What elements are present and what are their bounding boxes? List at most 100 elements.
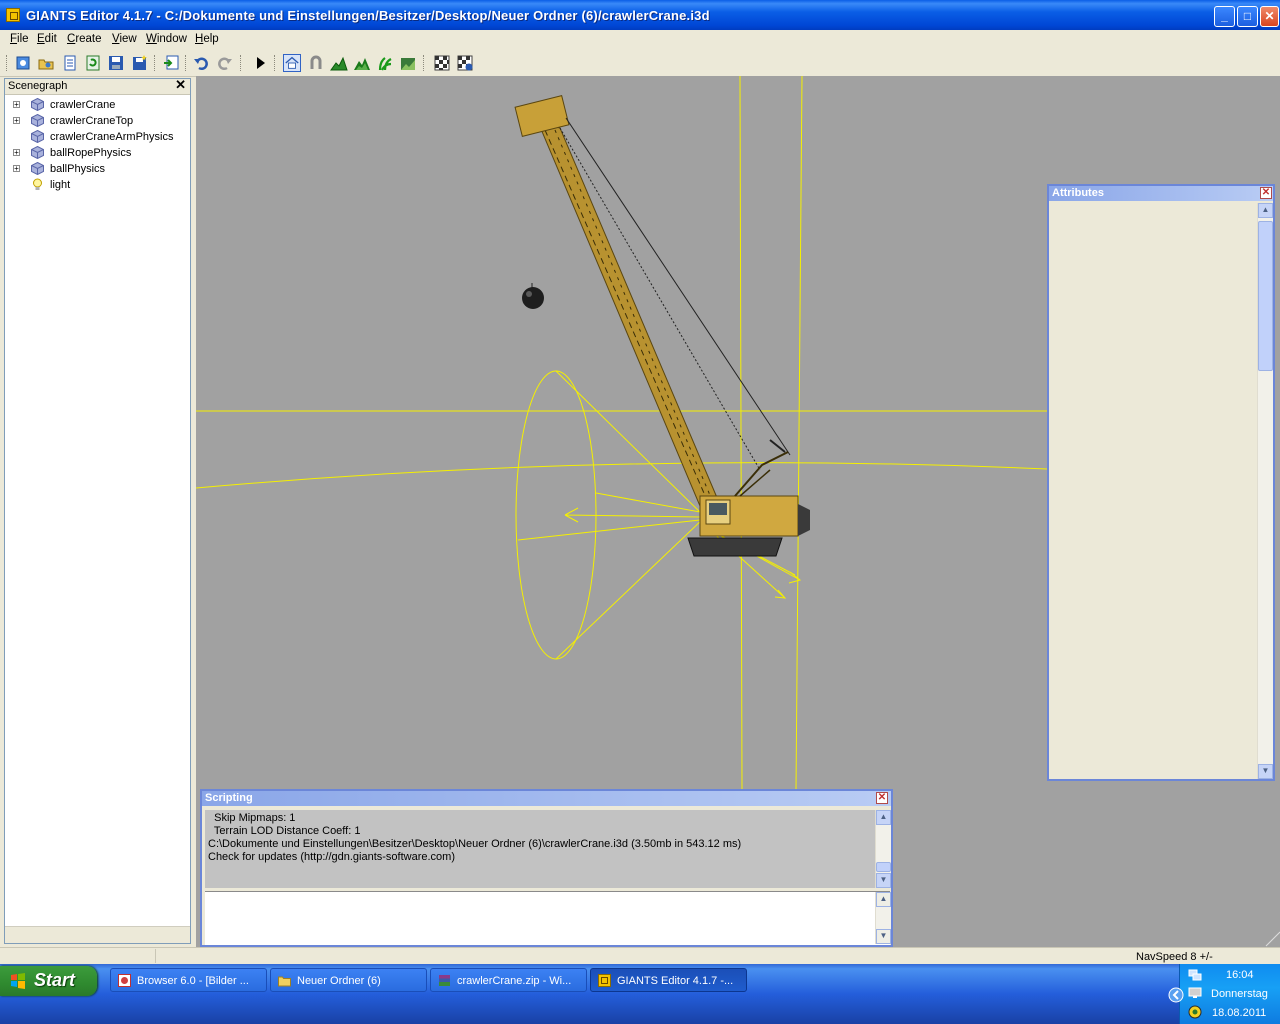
network-icon[interactable] (1188, 968, 1202, 982)
scroll-down-icon[interactable]: ▼ (876, 929, 891, 944)
scroll-thumb[interactable] (1258, 221, 1273, 371)
menu-create[interactable]: Create (67, 33, 102, 45)
toolbar-separator (240, 55, 243, 71)
show-hidden-icons-chevron[interactable] (1168, 987, 1184, 1003)
task-browser[interactable]: Browser 6.0 - [Bilder ... (110, 968, 267, 992)
input-scrollbar[interactable]: ▲ ▼ (875, 892, 891, 944)
scripting-header: Scripting ✕ (202, 791, 891, 806)
scripting-close-button[interactable]: ✕ (876, 792, 888, 804)
menu-view[interactable]: View (112, 33, 137, 45)
foliage-icon[interactable] (376, 54, 394, 72)
tree-item-label: light (50, 179, 71, 191)
scroll-up-icon[interactable]: ▲ (1258, 203, 1273, 218)
toolbar-separator (154, 55, 157, 71)
import-icon[interactable] (162, 54, 180, 72)
cube-icon (31, 98, 44, 111)
task-folder[interactable]: Neuer Ordner (6) (270, 968, 427, 992)
menu-bar: File Edit Create View Window Help (0, 30, 1280, 50)
attributes-panel: Attributes ✕ ▲ ▼ (1047, 184, 1275, 781)
new-scene-icon[interactable] (14, 54, 32, 72)
cube-icon (31, 162, 44, 175)
start-button[interactable]: Start (0, 966, 97, 996)
task-label: crawlerCrane.zip - Wi... (457, 975, 572, 987)
log-line: Terrain LOD Distance Coeff: 1 (208, 825, 361, 837)
texture-icon[interactable] (399, 54, 417, 72)
status-bar: NavSpeed 8 +/- (0, 947, 1280, 965)
terrain-icon[interactable] (330, 54, 348, 72)
scenegraph-hscrollbar[interactable] (5, 926, 190, 943)
save-icon[interactable] (107, 54, 125, 72)
scripting-title: Scripting (205, 792, 253, 804)
expand-toggle[interactable]: + (13, 165, 20, 173)
browser-icon (118, 974, 131, 987)
attributes-title: Attributes (1052, 187, 1104, 199)
open-icon[interactable] (37, 54, 55, 72)
grass-icon[interactable] (353, 54, 371, 72)
expand-toggle[interactable]: + (13, 101, 20, 109)
title-bar: GIANTS Editor 4.1.7 - C:/Dokumente und E… (0, 0, 1280, 30)
task-label: GIANTS Editor 4.1.7 -... (617, 975, 734, 987)
taskbar: Start Browser 6.0 - [Bilder ... Neuer Or… (0, 964, 1280, 1024)
undo-icon[interactable] (192, 54, 210, 72)
log-line: Skip Mipmaps: 1 (208, 812, 296, 824)
toolbar-separator (423, 55, 426, 71)
navspeed-label: NavSpeed 8 +/- (1136, 951, 1213, 963)
wrecking-ball (522, 283, 544, 309)
menu-window[interactable]: Window (146, 33, 187, 45)
save-all-icon[interactable] (131, 54, 149, 72)
script-input[interactable] (205, 891, 890, 945)
status-divider (155, 949, 156, 963)
scroll-up-icon[interactable]: ▲ (876, 892, 891, 907)
menu-help[interactable]: Help (195, 33, 219, 45)
scroll-down-icon[interactable]: ▼ (876, 873, 891, 888)
scroll-up-icon[interactable]: ▲ (876, 810, 891, 825)
log-line: C:\Dokumente und Einstellungen\Besitzer\… (208, 838, 742, 850)
attributes-close-button[interactable]: ✕ (1260, 187, 1272, 199)
toolbar-separator (6, 55, 9, 71)
task-label: Browser 6.0 - [Bilder ... (137, 975, 249, 987)
expand-toggle[interactable]: + (13, 117, 20, 125)
list-icon[interactable] (61, 54, 79, 72)
menu-edit[interactable]: Edit (37, 33, 57, 45)
crane-body (687, 451, 810, 557)
folder-icon (278, 976, 291, 987)
tree-item-label: crawlerCraneTop (50, 115, 134, 127)
task-giants-editor[interactable]: GIANTS Editor 4.1.7 -... (590, 968, 747, 992)
checker-icon[interactable] (433, 54, 451, 72)
giants-app-icon[interactable] (6, 8, 20, 22)
log-scrollbar[interactable]: ▲ ▼ (875, 810, 891, 888)
display-icon[interactable] (1188, 986, 1202, 1000)
play-icon[interactable] (251, 54, 269, 72)
clock-time[interactable]: 16:04 (1226, 969, 1254, 981)
giants-icon (598, 974, 611, 987)
start-label: Start (34, 970, 76, 990)
minimize-button[interactable]: _ (1214, 6, 1235, 27)
cube-icon (31, 130, 44, 143)
task-winrar[interactable]: crawlerCrane.zip - Wi... (430, 968, 587, 992)
tree-item-label: ballPhysics (50, 163, 106, 175)
gizmo-lines (196, 76, 1048, 791)
scenegraph-close-button[interactable]: ✕ (175, 78, 186, 92)
close-button[interactable]: ✕ (1260, 6, 1279, 27)
expand-toggle[interactable]: + (13, 149, 20, 157)
clock-date: 18.08.2011 (1212, 1007, 1267, 1019)
toolbar-separator (274, 55, 277, 71)
menu-file[interactable]: File (10, 33, 29, 45)
tray-app-icon[interactable] (1188, 1005, 1202, 1019)
refresh-icon[interactable] (84, 54, 102, 72)
scroll-down-icon[interactable]: ▼ (1258, 764, 1273, 779)
scroll-thumb[interactable] (876, 862, 891, 872)
cube-icon (31, 114, 44, 127)
scenegraph-title: Scenegraph (8, 80, 68, 92)
scenegraph-panel: Scenegraph ✕ + crawlerCrane + crawlerCra… (4, 78, 191, 944)
attributes-header: Attributes ✕ (1049, 186, 1273, 201)
maximize-button[interactable]: □ (1237, 6, 1258, 27)
attributes-scrollbar[interactable]: ▲ ▼ (1257, 203, 1273, 779)
magnet-icon[interactable] (307, 54, 325, 72)
scenegraph-header: Scenegraph ✕ (5, 78, 190, 95)
redo-icon[interactable] (216, 54, 234, 72)
crane-boom (514, 95, 791, 507)
windows-flag-icon (11, 973, 25, 989)
home-icon[interactable] (283, 54, 301, 72)
checker-settings-icon[interactable] (456, 54, 474, 72)
